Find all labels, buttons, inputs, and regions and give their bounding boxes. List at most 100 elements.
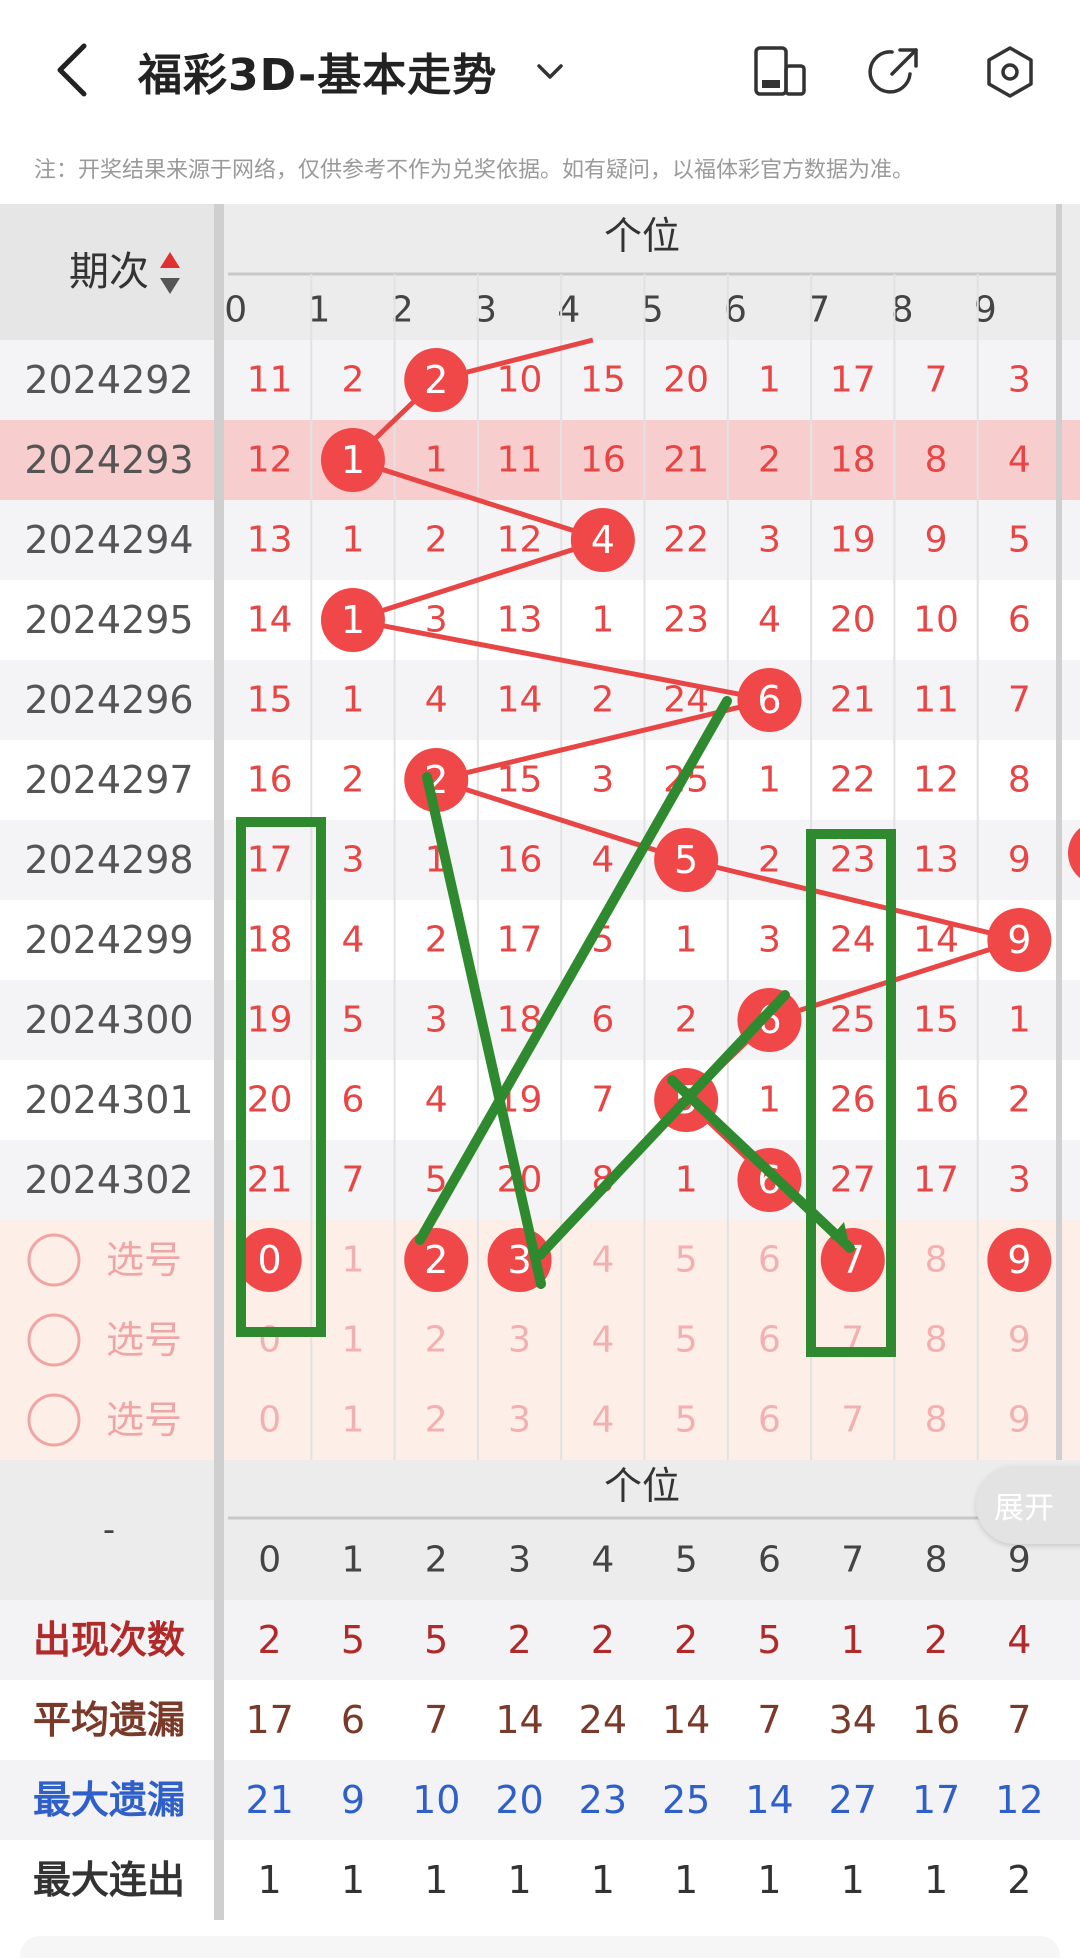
select-digit: 8 — [925, 1240, 948, 1281]
stats-value: 2 — [507, 1618, 531, 1662]
miss-count: 27 — [830, 1160, 876, 1201]
miss-count: 3 — [591, 760, 614, 801]
stats-value: 16 — [912, 1698, 960, 1742]
miss-count: 12 — [497, 520, 543, 561]
stats-label: 最大遗漏 — [33, 1778, 185, 1822]
miss-count: 7 — [925, 360, 948, 401]
miss-count: 14 — [497, 680, 543, 721]
miss-count: 2 — [591, 680, 614, 721]
miss-count: 3 — [758, 520, 781, 561]
hit-number: 4 — [591, 518, 615, 562]
miss-count: 2 — [758, 440, 781, 481]
stats-value: 17 — [912, 1778, 960, 1822]
miss-count: 6 — [1008, 600, 1031, 641]
miss-count: 21 — [247, 1160, 293, 1201]
period-label: 2024295 — [24, 598, 193, 642]
stats-header-bg — [0, 1460, 1080, 1600]
selected-number: 2 — [424, 1238, 448, 1282]
miss-count: 1 — [675, 1160, 698, 1201]
miss-count: 18 — [830, 440, 876, 481]
bottom-panel — [20, 1936, 1060, 1958]
miss-count: 1 — [1008, 1000, 1031, 1041]
stats-value: 1 — [841, 1618, 865, 1662]
miss-count: 15 — [580, 360, 626, 401]
miss-count: 4 — [425, 680, 448, 721]
hit-number: 5 — [674, 838, 698, 882]
period-label: 2024293 — [24, 438, 193, 482]
stats-value: 14 — [745, 1778, 793, 1822]
stats-value: 1 — [507, 1858, 531, 1902]
miss-count: 16 — [913, 1080, 959, 1121]
stats-digit-header: 1 — [341, 1540, 364, 1581]
miss-count: 20 — [663, 360, 709, 401]
miss-count: 16 — [497, 840, 543, 881]
select-digit: 1 — [341, 1320, 364, 1361]
miss-count: 2 — [425, 520, 448, 561]
stats-value: 5 — [757, 1618, 781, 1662]
miss-count: 16 — [247, 760, 293, 801]
stats-value: 14 — [662, 1698, 710, 1742]
select-digit: 9 — [1008, 1320, 1031, 1361]
stats-value: 2 — [924, 1618, 948, 1662]
stats-digit-header: 9 — [1008, 1540, 1031, 1581]
miss-count: 4 — [758, 600, 781, 641]
hit-number: 6 — [757, 678, 781, 722]
stats-value: 1 — [591, 1858, 615, 1902]
miss-count: 5 — [341, 1000, 364, 1041]
miss-count: 7 — [341, 1160, 364, 1201]
select-digit: 4 — [591, 1400, 614, 1441]
miss-count: 4 — [591, 840, 614, 881]
stats-value: 34 — [829, 1698, 877, 1742]
stats-value: 1 — [924, 1858, 948, 1902]
miss-count: 8 — [1008, 760, 1031, 801]
period-label: 2024297 — [24, 758, 193, 802]
miss-count: 2 — [425, 920, 448, 961]
select-digit: 7 — [841, 1400, 864, 1441]
stats-value: 5 — [341, 1618, 365, 1662]
selected-number: 0 — [258, 1238, 282, 1282]
select-digit: 8 — [925, 1320, 948, 1361]
stats-digit-header: 0 — [258, 1540, 281, 1581]
miss-count: 1 — [591, 600, 614, 641]
miss-count: 1 — [341, 520, 364, 561]
miss-count: 21 — [663, 440, 709, 481]
miss-count: 5 — [1008, 520, 1031, 561]
miss-count: 18 — [247, 920, 293, 961]
stats-value: 1 — [258, 1858, 282, 1902]
select-digit: 0 — [258, 1400, 281, 1441]
stats-value: 2 — [258, 1618, 282, 1662]
expand-button[interactable]: 展开 — [976, 1466, 1080, 1544]
miss-count: 10 — [913, 600, 959, 641]
period-label: 2024296 — [24, 678, 193, 722]
miss-count: 20 — [830, 600, 876, 641]
miss-count: 3 — [758, 920, 781, 961]
miss-count: 22 — [663, 520, 709, 561]
stats-value: 4 — [1007, 1618, 1031, 1662]
miss-count: 4 — [425, 1080, 448, 1121]
select-label: 选号 — [106, 1318, 182, 1362]
stats-value: 23 — [579, 1778, 627, 1822]
select-digit: 3 — [508, 1320, 531, 1361]
period-label: 2024301 — [24, 1078, 193, 1122]
stats-value: 1 — [341, 1858, 365, 1902]
select-label: 选号 — [106, 1238, 182, 1282]
select-digit: 5 — [675, 1320, 698, 1361]
stats-label: 平均遗漏 — [33, 1698, 185, 1742]
miss-count: 15 — [913, 1000, 959, 1041]
hit-number: 2 — [424, 358, 448, 402]
miss-count: 21 — [830, 680, 876, 721]
miss-count: 17 — [830, 360, 876, 401]
miss-count: 9 — [925, 520, 948, 561]
miss-count: 22 — [830, 760, 876, 801]
stats-value: 1 — [674, 1858, 698, 1902]
miss-count: 8 — [925, 440, 948, 481]
stats-value: 20 — [495, 1778, 543, 1822]
miss-count: 24 — [830, 920, 876, 961]
stats-value: 17 — [245, 1698, 293, 1742]
stats-digit-header: 4 — [591, 1540, 614, 1581]
hit-number: 1 — [341, 438, 365, 482]
select-digit: 9 — [1008, 1400, 1031, 1441]
stats-value: 2 — [591, 1618, 615, 1662]
stats-value: 1 — [424, 1858, 448, 1902]
miss-count: 2 — [341, 360, 364, 401]
